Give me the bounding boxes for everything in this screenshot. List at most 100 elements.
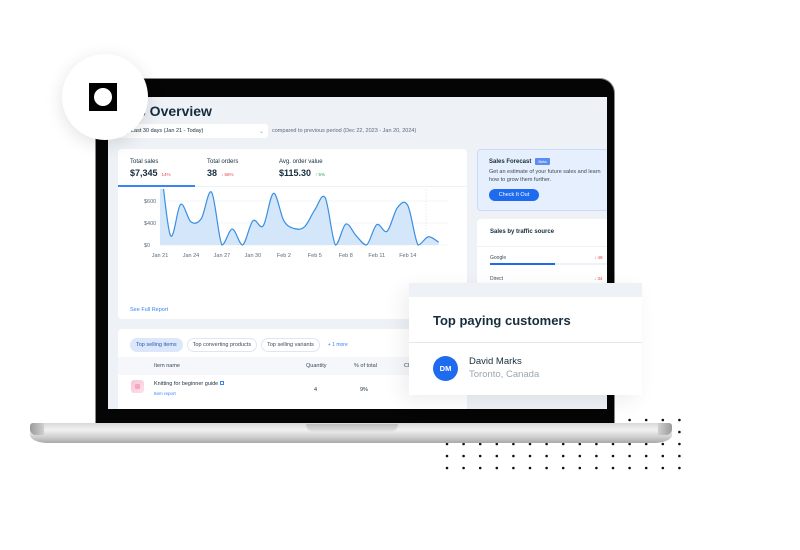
decoration-dot — [678, 454, 681, 458]
decoration-dot — [578, 454, 582, 458]
x-tick-label: Jan 24 — [183, 253, 200, 259]
source-change: ↓ 49 — [594, 255, 603, 260]
decoration-dot — [644, 454, 648, 458]
decoration-dot — [561, 442, 565, 446]
logo-icon — [89, 83, 117, 111]
x-tick-label: Feb 8 — [339, 253, 353, 259]
tab-top-selling-items[interactable]: Top selling items — [130, 338, 183, 352]
decoration-dot — [678, 430, 681, 434]
item-percent: 9% — [360, 387, 368, 393]
kpi-total-orders[interactable]: Total orders 38 ↓ 66% — [207, 159, 238, 178]
item-quantity: 4 — [314, 387, 318, 393]
traffic-title: Sales by traffic source — [490, 229, 555, 235]
customer-name[interactable]: David Marks — [469, 356, 522, 367]
column-header-percent[interactable]: % of total — [354, 363, 377, 369]
decoration-dot — [628, 442, 631, 446]
decoration-dot — [462, 466, 465, 470]
card-top-strip — [409, 283, 642, 297]
decoration-dot — [462, 442, 465, 446]
decoration-dot — [678, 466, 681, 470]
divider — [477, 246, 607, 247]
decoration-dot — [528, 454, 532, 458]
column-header-item-name[interactable]: Item name — [154, 363, 180, 369]
forecast-description: Get an estimate of your future sales and… — [489, 169, 601, 183]
decoration-dot — [611, 454, 615, 458]
decoration-dot — [545, 442, 548, 446]
x-tick-label: Jan 30 — [245, 253, 262, 259]
x-tick-label: Feb 5 — [308, 253, 322, 259]
source-change: ↓ 34 — [594, 276, 603, 281]
decoration-dot — [661, 454, 665, 458]
decoration-dot — [495, 454, 499, 458]
decoration-dot — [528, 466, 532, 470]
y-tick-label: $400 — [144, 221, 156, 227]
source-bar — [490, 263, 607, 265]
decoration-dot — [578, 466, 582, 470]
decoration-dot — [644, 418, 648, 422]
decoration-dot — [462, 454, 465, 458]
decoration-dot — [611, 466, 615, 470]
divider — [409, 342, 642, 343]
column-header-quantity[interactable]: Quantity — [306, 363, 326, 369]
see-full-report-link[interactable]: See Full Report — [130, 307, 168, 313]
customer-location: Toronto, Canada — [469, 369, 540, 380]
date-range-value: Last 30 days (Jan 21 - Today) — [131, 128, 204, 134]
decoration-dot — [611, 442, 615, 446]
decoration-dot — [561, 466, 565, 470]
decoration-dot — [678, 442, 681, 446]
decoration-dot — [512, 442, 515, 446]
source-name: Google — [490, 255, 507, 261]
decoration-dot — [512, 454, 515, 458]
decoration-dot — [495, 466, 499, 470]
kpi-avg-order-value[interactable]: Avg. order value $115.30 ↑ 5% — [279, 159, 325, 178]
decoration-dot — [561, 454, 565, 458]
decoration-dot — [661, 418, 665, 422]
kpi-value: 38 — [207, 168, 218, 178]
product-tabs: Top selling items Top converting product… — [130, 338, 348, 352]
kpi-change: 14% — [161, 172, 171, 177]
decoration-dot — [678, 418, 681, 422]
top-customers-card: Top paying customers DM David Marks Toro… — [409, 283, 642, 395]
decoration-dot — [661, 466, 665, 470]
logo-badge — [62, 54, 148, 140]
tab-top-converting-products[interactable]: Top converting products — [186, 338, 258, 352]
avatar: DM — [433, 356, 458, 381]
decoration-dot — [445, 466, 449, 470]
page-title: s Overview — [138, 103, 212, 119]
kpi-label: Total orders — [207, 159, 239, 165]
date-range-select[interactable]: Last 30 days (Jan 21 - Today) ⌄ — [118, 124, 268, 138]
decoration-dot — [661, 442, 665, 446]
decoration-dot — [445, 454, 449, 458]
more-tabs-link[interactable]: + 1 more — [328, 342, 348, 348]
decoration-dot — [445, 442, 449, 446]
tab-top-selling-variants[interactable]: Top selling variants — [261, 338, 320, 352]
kpi-label: Avg. order value — [279, 159, 323, 165]
check-it-out-button[interactable]: Check It Out — [489, 189, 539, 201]
product-thumbnail — [131, 380, 144, 393]
decoration-dot — [528, 442, 532, 446]
sales-forecast-card: Sales Forecast Beta Get an estimate of yo… — [477, 149, 607, 211]
kpi-value: $115.30 — [279, 168, 312, 178]
x-tick-label: Jan 27 — [214, 253, 231, 259]
y-tick-label: $0 — [144, 243, 150, 249]
laptop-notch — [306, 424, 398, 432]
decoration-dot — [545, 454, 548, 458]
decoration-dot — [628, 454, 631, 458]
source-name: Direct — [490, 276, 504, 282]
date-row: Last 30 days (Jan 21 - Today) ⌄ compared… — [118, 124, 416, 138]
decoration-dot — [478, 466, 482, 470]
kpi-change: ↑ 5% — [315, 172, 326, 177]
decoration-dot — [628, 418, 631, 422]
x-tick-label: Feb 2 — [277, 253, 291, 259]
kpi-total-sales[interactable]: Total sales $7,345 14% — [130, 159, 171, 178]
item-report-link[interactable]: Item report — [154, 391, 176, 396]
external-link-icon[interactable] — [220, 381, 225, 385]
decoration-dot — [495, 442, 499, 446]
decoration-dot — [545, 466, 548, 470]
kpi-value: $7,345 — [130, 168, 158, 178]
decoration-dot — [578, 442, 582, 446]
x-tick-label: Feb 11 — [368, 253, 385, 259]
item-name[interactable]: Knitting for beginner guide — [154, 381, 218, 387]
decoration-dot — [628, 466, 631, 470]
x-tick-label: Jan 21 — [152, 253, 169, 259]
